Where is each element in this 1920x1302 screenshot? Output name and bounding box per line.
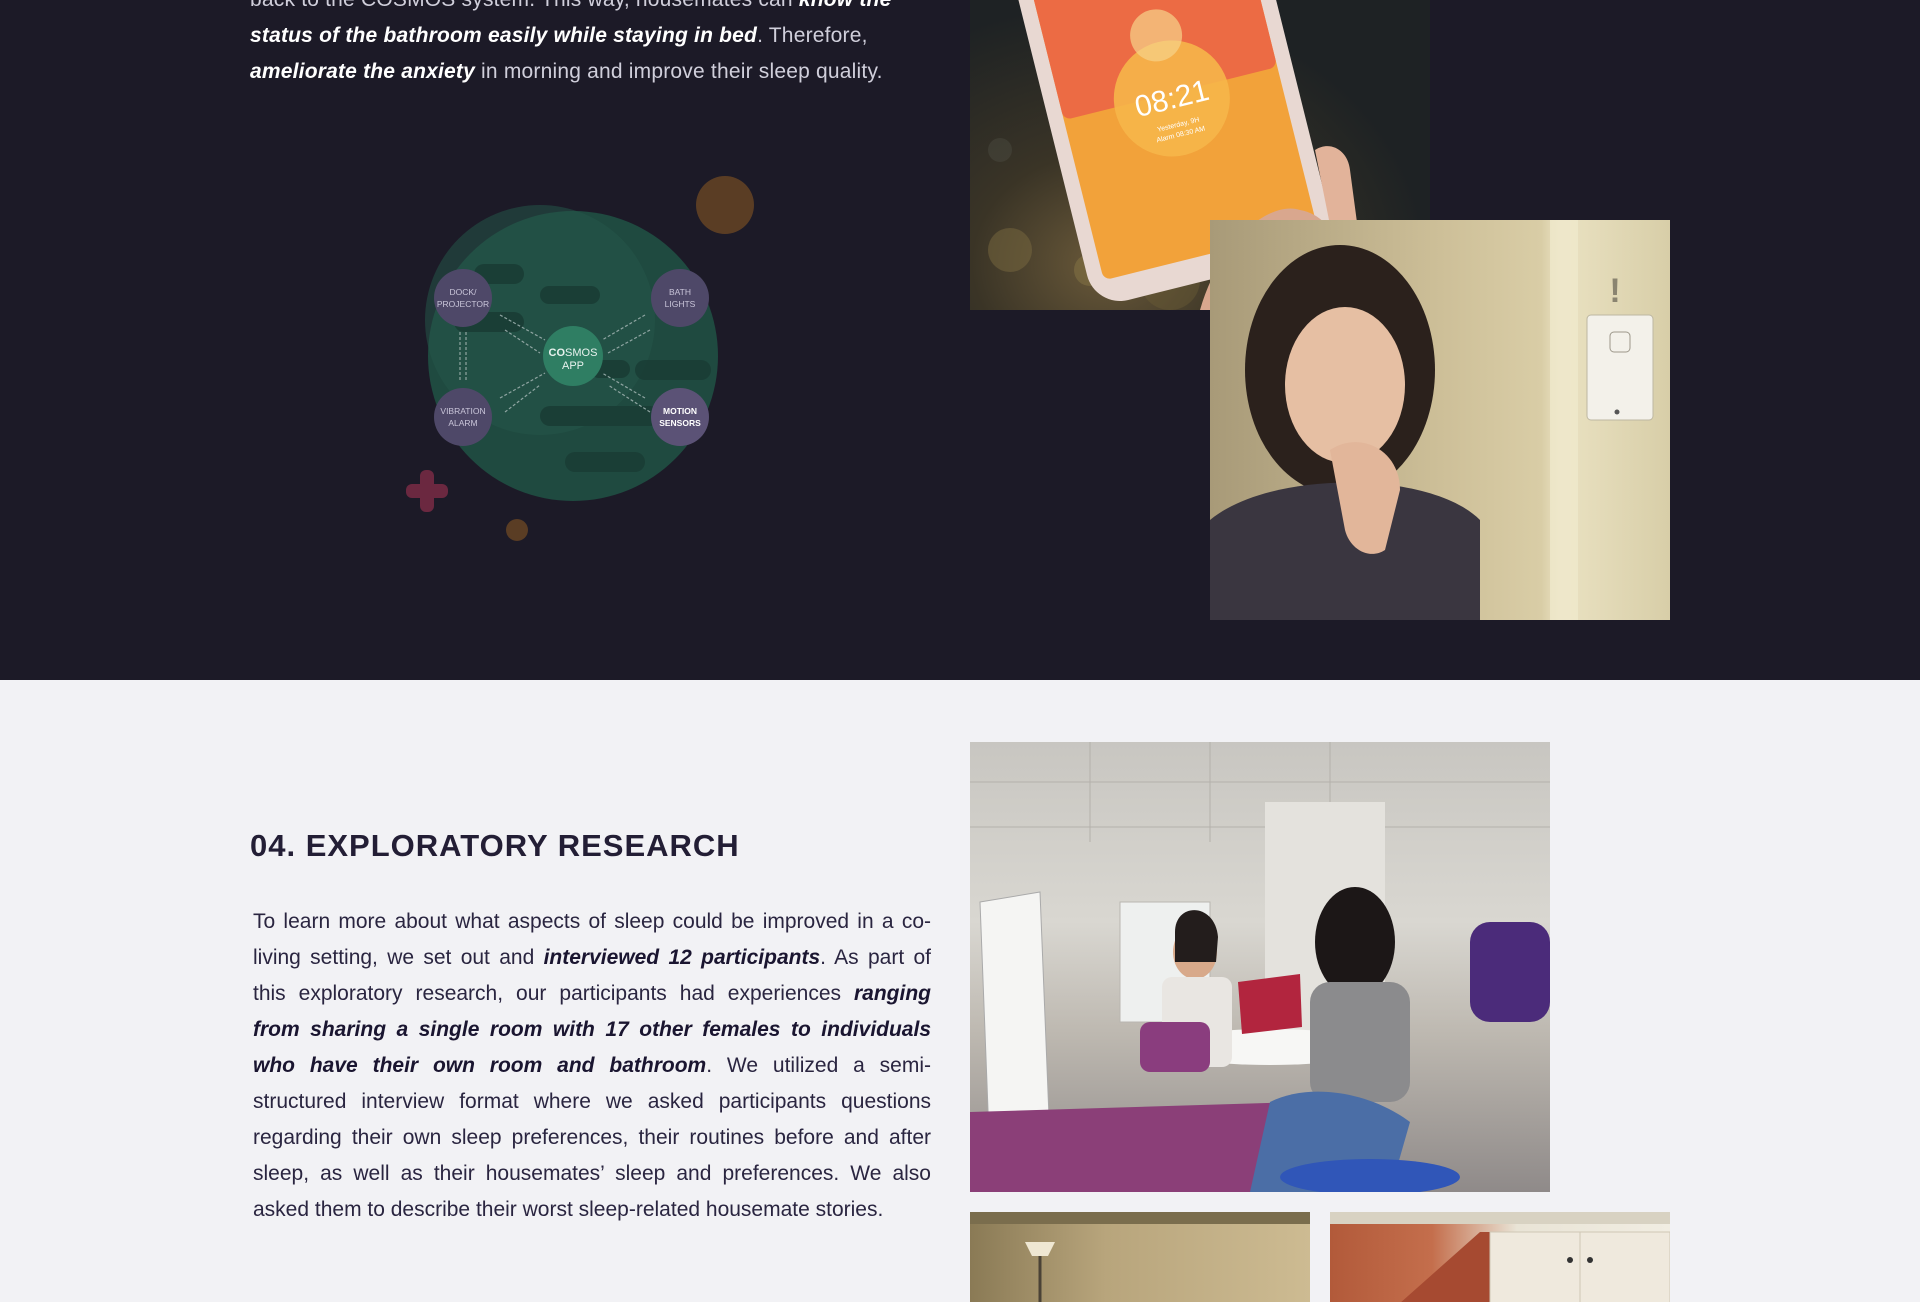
intro-text-1: back to the COSMOS system. This way, hou…: [250, 0, 799, 11]
intro-text-2: . Therefore,: [757, 24, 868, 47]
node-motion-sensors: MOTION SENSORS: [651, 388, 709, 446]
bath-label-1: BATH: [669, 287, 691, 297]
intro-text-3: in morning and improve their sleep quali…: [475, 60, 883, 83]
hero-section: back to the COSMOS system. This way, hou…: [0, 0, 1920, 680]
deco-circle-orange: [696, 176, 754, 234]
node-vibration-alarm: VIBRATION ALARM: [434, 388, 492, 446]
vibration-label-1: VIBRATION: [440, 406, 485, 416]
svg-text:COSMOS: COSMOS: [549, 347, 598, 359]
center-label-b: SMOS: [565, 347, 597, 359]
node-dock-projector: DOCK/ PROJECTOR: [434, 269, 492, 327]
vibration-label-2: ALARM: [448, 418, 477, 428]
research-paragraph: To learn more about what aspects of slee…: [253, 904, 931, 1228]
research-emphasis-1: interviewed 12 participants: [543, 946, 821, 969]
cosmos-system-diagram: COSMOS APP DOCK/ PROJECTOR BATH LIGHTS V…: [406, 176, 754, 541]
deco-plus-icon: [406, 470, 448, 512]
intro-paragraph: back to the COSMOS system. This way, hou…: [250, 0, 930, 90]
bath-label-2: LIGHTS: [665, 299, 696, 309]
motion-label-2: SENSORS: [659, 418, 701, 428]
svg-text:!: !: [1609, 272, 1620, 310]
interview-photo: [970, 742, 1550, 1192]
section-title: 04. EXPLORATORY RESEARCH: [250, 828, 740, 863]
center-label-c: APP: [562, 360, 584, 372]
dock-label-2: PROJECTOR: [437, 299, 489, 309]
intro-emphasis-2: ameliorate the anxiety: [250, 60, 475, 83]
room-photo-1: [970, 1212, 1310, 1302]
research-text-3: . We utilized a semi-structured intervie…: [253, 1054, 931, 1221]
node-bath-lights: BATH LIGHTS: [651, 269, 709, 327]
woman-waiting-photo: !: [1210, 220, 1670, 620]
motion-label-1: MOTION: [663, 406, 697, 416]
room-photo-2: [1330, 1212, 1670, 1302]
deco-circle-small: [506, 519, 528, 541]
center-label-a: CO: [549, 347, 566, 359]
dock-label-1: DOCK/: [450, 287, 478, 297]
